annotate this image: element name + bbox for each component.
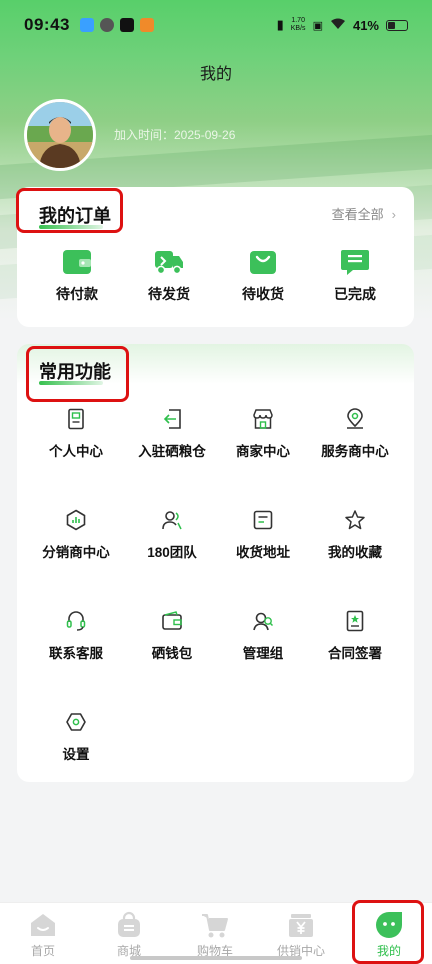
sim-icon: ▣ <box>312 19 323 32</box>
chevron-right-icon: › <box>391 207 396 222</box>
network-speed: 1.70 KB/s <box>290 17 306 32</box>
avatar[interactable] <box>24 99 96 171</box>
join-time: 加入时间：2025-09-26 <box>114 128 236 142</box>
func-join-warehouse[interactable]: 入驻硒粮仓 <box>124 408 220 460</box>
annotation-box-orders <box>16 188 123 233</box>
status-time: 09:43 <box>24 15 70 34</box>
func-service-provider-center[interactable]: 服务商中心 <box>307 408 403 460</box>
func-shipping-address[interactable]: 收货地址 <box>215 509 311 561</box>
contract-icon <box>346 610 364 632</box>
app-notification-icon <box>79 18 94 32</box>
wifi-icon <box>330 18 346 33</box>
wallet-icon <box>63 250 91 274</box>
func-my-favorites[interactable]: 我的收藏 <box>307 509 403 561</box>
tab-mall[interactable]: 商城 <box>86 903 172 964</box>
wechat-icon <box>99 18 114 32</box>
home-indicator <box>130 956 302 960</box>
order-pending-receipt[interactable]: 待收货 <box>223 248 303 304</box>
team-icon <box>162 511 182 530</box>
tab-home[interactable]: 首页 <box>0 903 86 964</box>
order-completed[interactable]: 已完成 <box>315 248 395 304</box>
func-180-team[interactable]: 180团队 <box>124 509 220 561</box>
bag-icon <box>250 251 276 274</box>
battery-percent: 41% <box>352 17 379 33</box>
address-icon <box>253 510 273 530</box>
home-icon <box>31 914 55 936</box>
status-bar: 09:43 ▮ 1.70 KB/s ▣ 41% <box>0 0 432 50</box>
func-contract-signing[interactable]: 合同签署 <box>307 610 403 662</box>
truck-icon <box>155 251 183 275</box>
message-list-icon <box>341 250 369 275</box>
battery-icon <box>386 19 408 31</box>
func-merchant-center[interactable]: 商家中心 <box>215 408 311 460</box>
app-badge-icon <box>139 18 154 32</box>
enter-icon <box>163 409 181 429</box>
see-all-orders-link[interactable]: 查看全部 › <box>332 204 396 223</box>
hexagon-chart-icon <box>66 509 86 531</box>
tab-supply-center[interactable]: 供销中心 <box>258 903 344 964</box>
shop-bag-icon <box>118 911 140 937</box>
annotation-box-functions <box>26 346 129 402</box>
func-distributor-center[interactable]: 分销商中心 <box>28 509 124 561</box>
order-pending-payment[interactable]: 待付款 <box>37 248 117 304</box>
yuan-icon <box>289 914 313 937</box>
store-icon <box>253 409 273 429</box>
page-title: 我的 <box>199 66 232 83</box>
func-personal-center[interactable]: 个人中心 <box>28 408 124 460</box>
headset-icon <box>66 611 86 631</box>
func-settings[interactable]: 设置 <box>28 711 124 763</box>
order-pending-shipment[interactable]: 待发货 <box>129 248 209 304</box>
func-management-group[interactable]: 管理组 <box>215 610 311 662</box>
annotation-box-tab-mine <box>352 900 424 964</box>
star-icon <box>345 510 365 530</box>
settings-icon <box>66 713 86 731</box>
cart-icon <box>202 914 228 938</box>
profile-card-icon <box>68 408 84 430</box>
location-icon <box>347 408 363 429</box>
functions-card: 常用功能 个人中心 入驻硒粮仓 商家中心 服务商中心 分销商中心 180团队 收… <box>17 344 414 782</box>
func-contact-support[interactable]: 联系客服 <box>28 610 124 662</box>
tiktok-icon <box>119 18 134 32</box>
group-icon <box>253 612 274 631</box>
tab-cart[interactable]: 购物车 <box>172 903 258 964</box>
vibrate-icon: ▮ <box>276 17 284 32</box>
func-wallet[interactable]: 硒钱包 <box>124 610 220 662</box>
wallet-outline-icon <box>162 611 182 630</box>
